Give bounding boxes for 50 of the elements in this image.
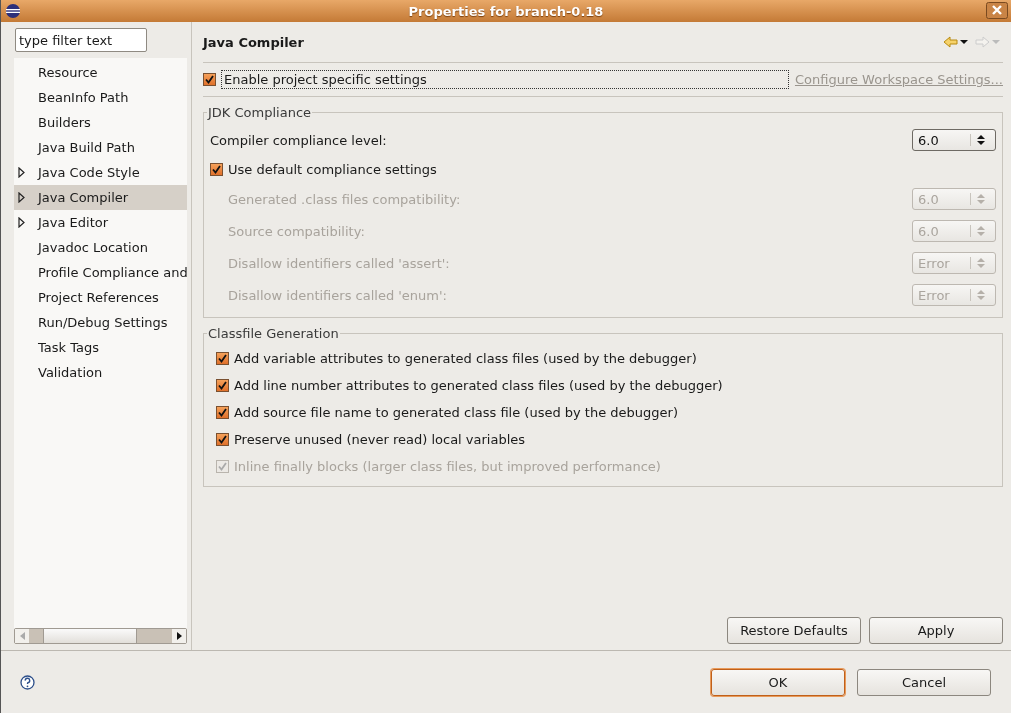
group-title: JDK Compliance: [207, 105, 313, 120]
tree-item[interactable]: Java Compiler: [14, 185, 187, 210]
tree-item[interactable]: Task Tags: [14, 335, 187, 360]
checkbox[interactable]: [216, 379, 229, 392]
group-title: Classfile Generation: [207, 326, 340, 341]
tree-item[interactable]: Builders: [14, 110, 187, 135]
checkbox[interactable]: [216, 352, 229, 365]
tree-item[interactable]: Resource: [14, 60, 187, 85]
tree-item[interactable]: Java Build Path: [14, 135, 187, 160]
field-label: Disallow identifiers called 'assert':: [228, 255, 450, 271]
field-label: Disallow identifiers called 'enum':: [228, 287, 447, 303]
expand-icon[interactable]: [18, 192, 25, 203]
tree-item[interactable]: Validation: [14, 360, 187, 385]
spinner-field[interactable]: 6.0: [912, 129, 996, 151]
app-logo-icon: [5, 3, 21, 19]
help-icon[interactable]: [20, 674, 35, 690]
checkbox-label: Enable project specific settings: [221, 70, 789, 89]
filter-field[interactable]: type filter text: [15, 28, 147, 52]
field-label: Source compatibility:: [228, 223, 365, 239]
dialog-button[interactable]: OK: [711, 668, 845, 696]
tree-item[interactable]: Javadoc Location: [14, 235, 187, 260]
window-title: Properties for branch-0.18: [407, 3, 605, 19]
checkbox-label: Use default compliance settings: [228, 162, 437, 177]
tree-item[interactable]: Profile Compliance and: [14, 260, 187, 285]
tree-item[interactable]: Run/Debug Settings: [14, 310, 187, 335]
tree-item[interactable]: Java Editor: [14, 210, 187, 235]
expand-icon[interactable]: [18, 167, 25, 178]
tree-item[interactable]: Project References: [14, 285, 187, 310]
back-arrow-icon[interactable]: [943, 36, 969, 48]
scroll-right-icon[interactable]: [176, 632, 182, 640]
tree-item[interactable]: BeanInfo Path: [14, 85, 187, 110]
horizontal-scrollbar[interactable]: [14, 628, 187, 644]
tree-item[interactable]: Java Code Style: [14, 160, 187, 185]
expand-icon[interactable]: [18, 217, 25, 228]
field-label: Compiler compliance level:: [210, 132, 387, 148]
checkbox[interactable]: [216, 433, 229, 446]
checkbox[interactable]: [210, 163, 223, 176]
checkbox[interactable]: [203, 73, 216, 86]
page-button[interactable]: Apply: [869, 617, 1003, 644]
page-button[interactable]: Restore Defaults: [727, 617, 861, 644]
dialog-button[interactable]: Cancel: [857, 668, 991, 696]
field-label: Generated .class files compatibility:: [228, 191, 461, 207]
checkbox-label: Inline finally blocks (larger class files, but improved performance): [234, 459, 661, 474]
checkbox[interactable]: [216, 406, 229, 419]
close-icon[interactable]: [986, 2, 1008, 19]
checkbox-label: Add source file name to generated class file (used by the debugger): [234, 405, 678, 420]
checkbox-label: Preserve unused (never read) local variables: [234, 432, 526, 447]
checkbox-label: Add line number attributes to generated class files (used by the debugger): [234, 378, 723, 393]
page-title: Java Compiler: [203, 34, 304, 50]
checkbox-label: Add variable attributes to generated class files (used by the debugger): [234, 351, 697, 366]
